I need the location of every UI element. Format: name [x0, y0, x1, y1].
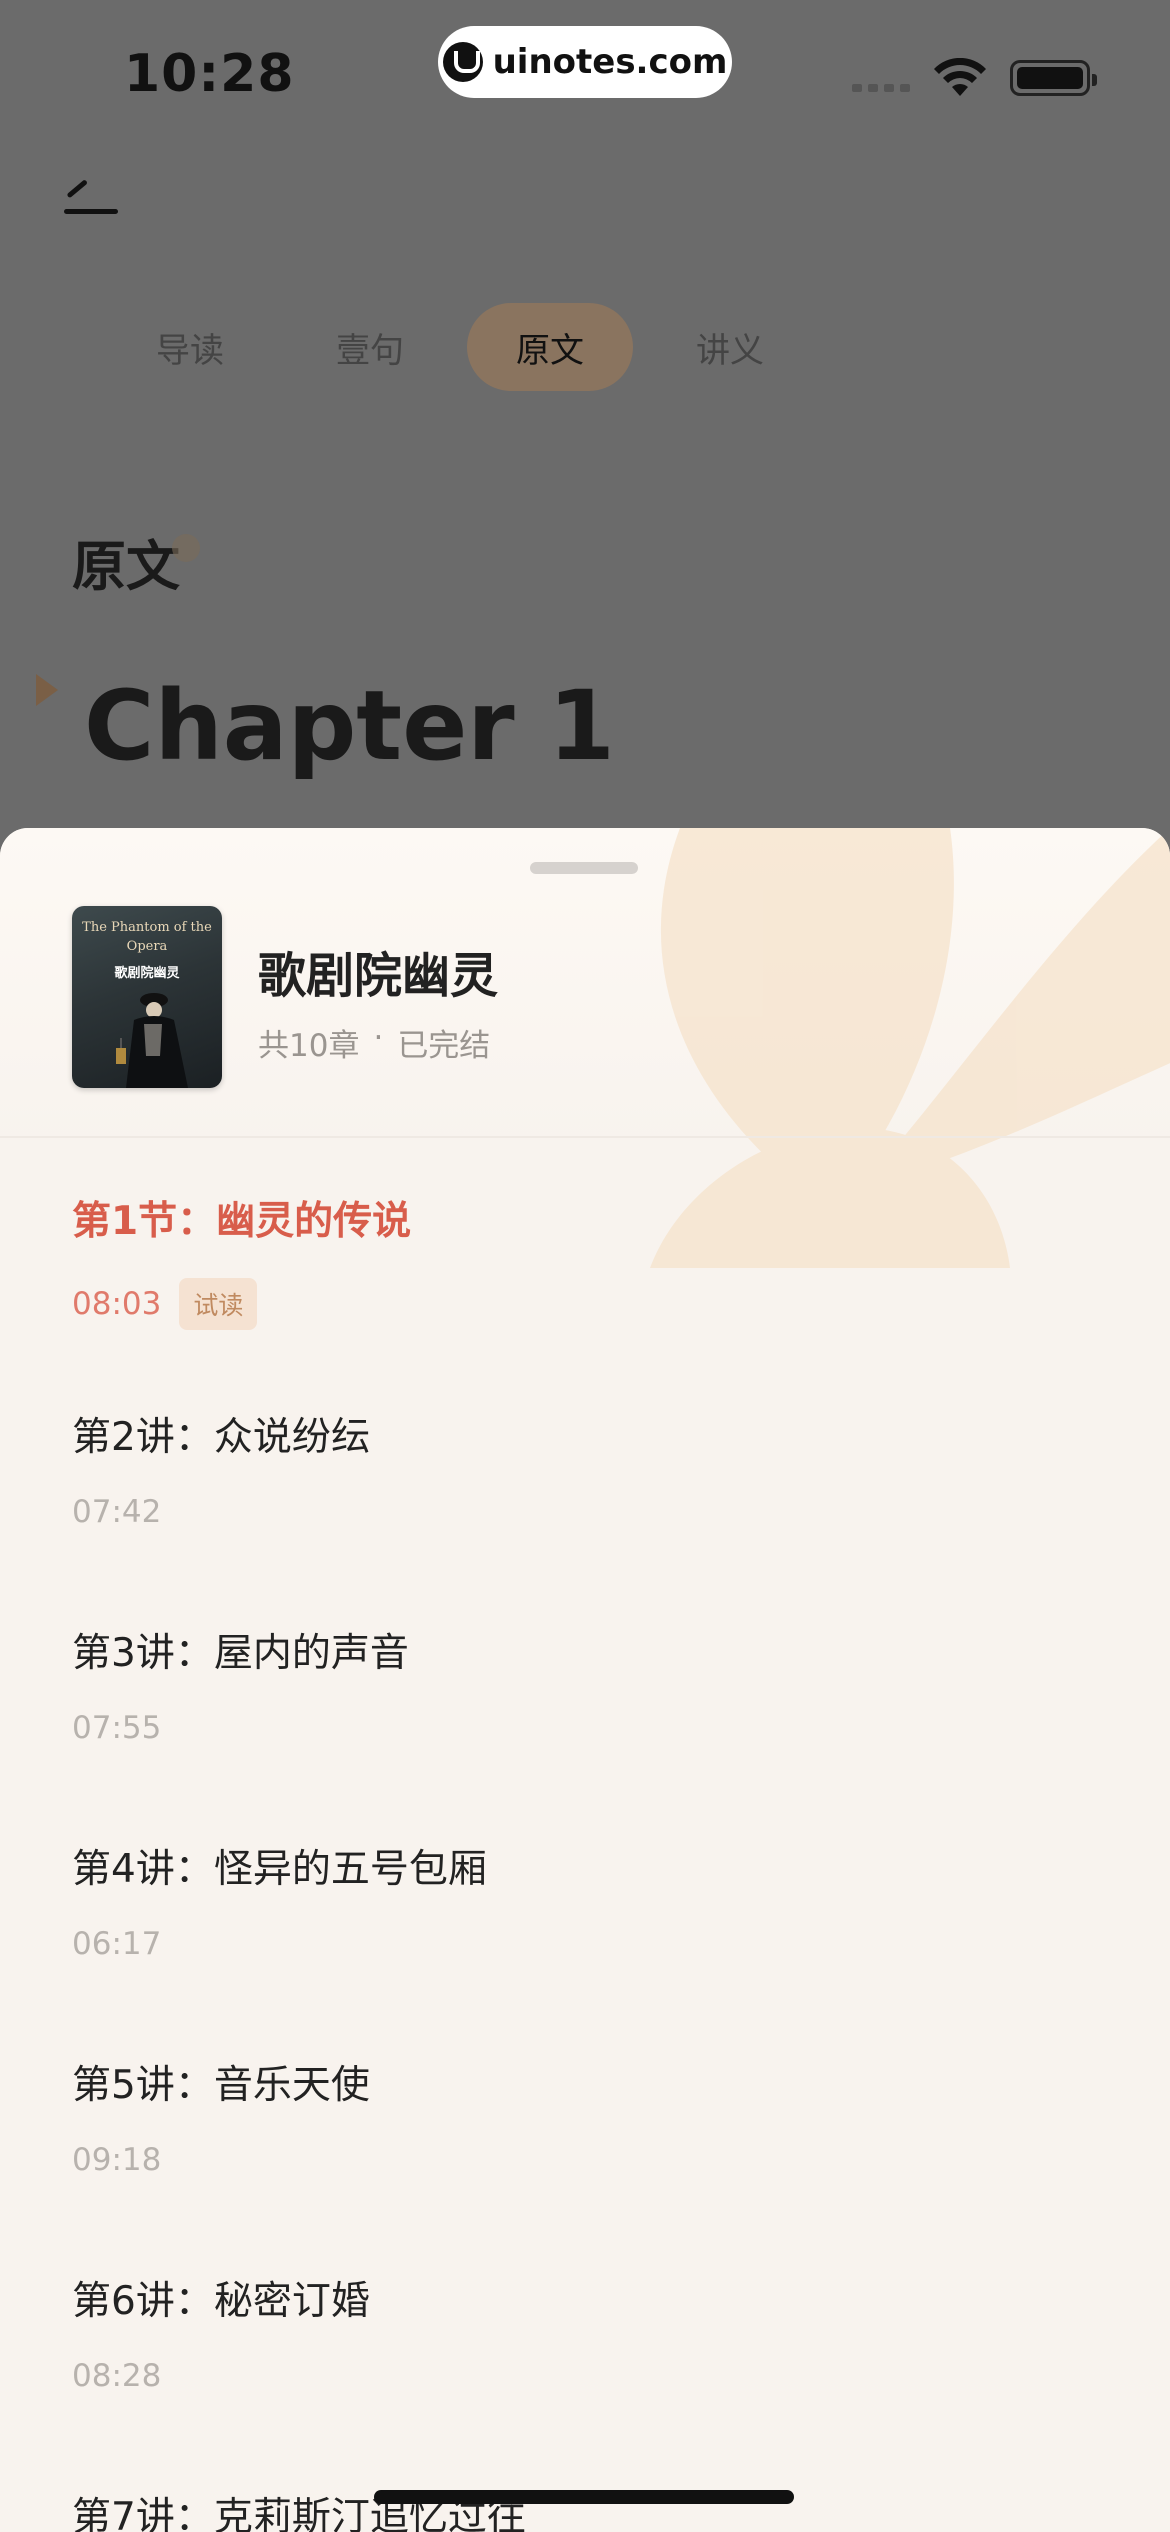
home-indicator[interactable] — [374, 2490, 794, 2504]
tab-notes[interactable]: 讲义 — [640, 303, 820, 391]
play-marker-icon[interactable] — [36, 674, 58, 706]
book-meta: 共10章 · 已完结 — [258, 1020, 490, 1065]
lesson-item-4[interactable]: 第4讲：怪异的五号包厢 06:17 — [72, 1838, 1098, 1962]
lesson-duration: 07:42 — [72, 1494, 162, 1530]
lesson-title: 第3讲：屋内的声音 — [72, 1631, 409, 1676]
lesson-item-5[interactable]: 第5讲：音乐天使 09:18 — [72, 2054, 1098, 2178]
lesson-item-2[interactable]: 第2讲：众说纷纭 07:42 — [72, 1406, 1098, 1530]
chapter-list-sheet: The Phantom of the Opera 歌剧院幽灵 歌剧院幽灵 共10… — [0, 828, 1170, 2532]
book-title: 歌剧院幽灵 — [258, 948, 499, 1004]
cover-title-en: The Phantom of the Opera — [82, 920, 212, 954]
lesson-item-6[interactable]: 第6讲：秘密订婚 08:28 — [72, 2270, 1098, 2394]
header-divider — [0, 1136, 1170, 1138]
cellular-signal-icon — [852, 84, 910, 92]
uinotes-logo-icon — [442, 42, 483, 82]
book-header: The Phantom of the Opera 歌剧院幽灵 歌剧院幽灵 共10… — [72, 906, 1098, 1090]
meta-separator: · — [373, 1020, 384, 1056]
lesson-duration: 08:28 — [72, 2358, 162, 2394]
lesson-title: 第4讲：怪异的五号包厢 — [72, 1847, 487, 1892]
trial-badge: 试读 — [179, 1278, 258, 1330]
lesson-duration: 08:03 — [72, 1286, 162, 1322]
lesson-duration: 07:55 — [72, 1710, 162, 1746]
tab-bar: 导读 壹句 原文 讲义 — [100, 303, 820, 391]
url-pill[interactable]: uinotes.com — [438, 26, 732, 98]
chapter-heading: Chapter 1 — [84, 670, 615, 782]
lesson-duration: 09:18 — [72, 2142, 162, 2178]
battery-icon — [1010, 60, 1097, 96]
wifi-icon — [934, 58, 986, 96]
lesson-item-1[interactable]: 第1节：幽灵的传说 08:03 试读 — [72, 1190, 1098, 1330]
sheet-drag-handle[interactable] — [530, 862, 638, 874]
url-text: uinotes.com — [492, 42, 728, 82]
phantom-figure-icon — [116, 993, 188, 1088]
status-time: 10:28 — [124, 44, 295, 104]
tab-intro[interactable]: 导读 — [100, 303, 280, 391]
completion-status: 已完结 — [397, 1028, 491, 1064]
book-cover-image: The Phantom of the Opera 歌剧院幽灵 — [72, 906, 222, 1088]
lesson-title: 第1节：幽灵的传说 — [72, 1199, 412, 1244]
lesson-duration: 06:17 — [72, 1926, 162, 1962]
lesson-title: 第6讲：秘密订婚 — [72, 2279, 370, 2324]
section-decoration — [172, 534, 200, 562]
cover-title-cn: 歌剧院幽灵 — [114, 966, 180, 981]
lesson-title: 第2讲：众说纷纭 — [72, 1415, 370, 1460]
back-arrow-icon[interactable] — [60, 180, 120, 230]
status-bar: 10:28 uinotes.com — [0, 0, 1170, 150]
tab-sentence[interactable]: 壹句 — [280, 303, 460, 391]
section-title: 原文 — [72, 535, 180, 598]
lesson-title: 第5讲：音乐天使 — [72, 2063, 370, 2108]
lesson-item-3[interactable]: 第3讲：屋内的声音 07:55 — [72, 1622, 1098, 1746]
tab-original-text[interactable]: 原文 — [467, 303, 633, 391]
chapter-count: 共10章 — [258, 1028, 360, 1064]
